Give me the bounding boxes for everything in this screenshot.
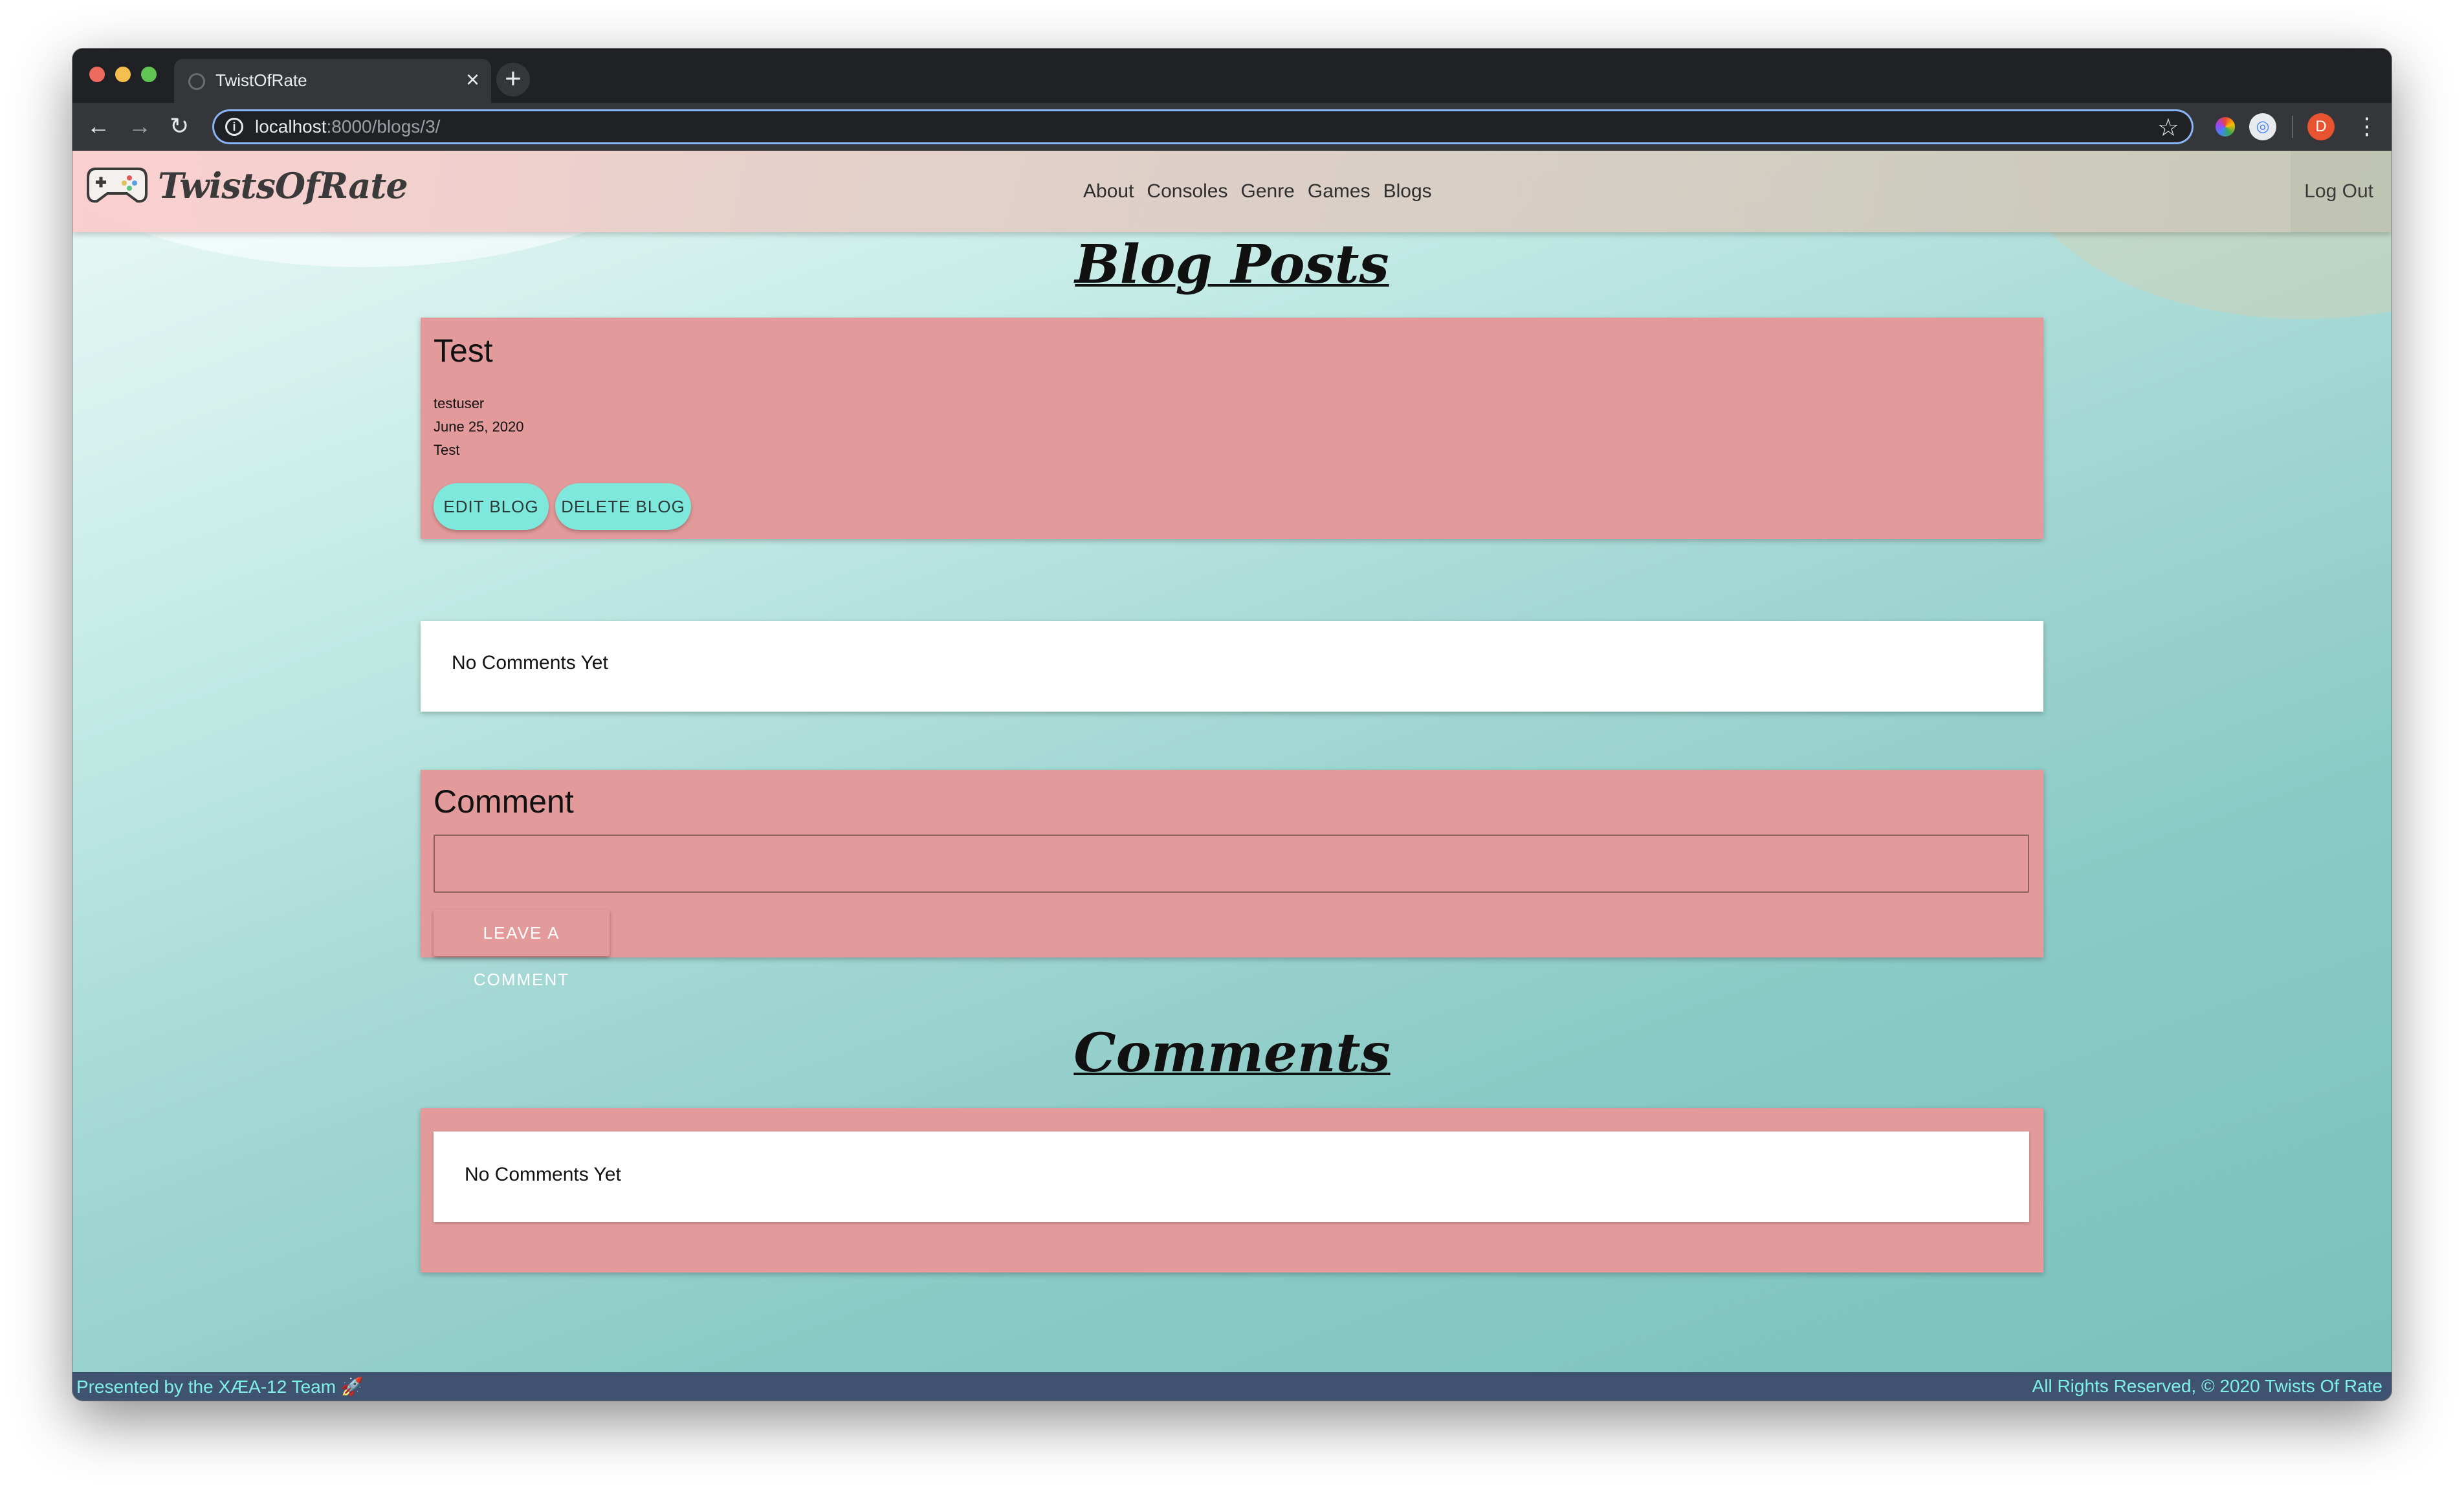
nav-link-games[interactable]: Games [1308, 180, 1370, 202]
blog-author: testuser [434, 395, 485, 411]
globe-icon [188, 73, 205, 90]
page-viewport: TwistsOfRate About Consoles Genre Games Blog… [72, 151, 2392, 1401]
nav-link-genre[interactable]: Genre [1240, 180, 1294, 202]
browser-window: TwistOfRate × + ← → ↻ i localhost:8000/b… [72, 49, 2392, 1401]
blog-title: Test [434, 333, 493, 369]
forward-arrow-icon[interactable]: → [128, 111, 151, 142]
url-host: localhost [255, 116, 327, 137]
extension-icon[interactable]: ◎ [2249, 113, 2276, 140]
blog-post-card: Test testuser June 25, 2020 Test EDIT BL… [421, 318, 2043, 539]
browser-tab[interactable]: TwistOfRate × [174, 59, 491, 103]
toolbar-divider [2292, 116, 2293, 138]
blog-body: Test [434, 442, 460, 458]
delete-blog-button[interactable]: DELETE BLOG [555, 483, 691, 530]
reload-icon[interactable]: ↻ [170, 111, 189, 142]
new-tab-button[interactable]: + [496, 63, 530, 96]
edit-blog-button[interactable]: EDIT BLOG [434, 483, 549, 530]
tab-title: TwistOfRate [215, 71, 307, 90]
comment-item: No Comments Yet [434, 1131, 2029, 1222]
logout-link[interactable]: Log Out [2304, 180, 2373, 202]
url-text[interactable]: localhost:8000/blogs/3/ [255, 116, 440, 137]
minimize-window-button[interactable] [115, 67, 131, 82]
gamepad-logo-icon[interactable] [87, 165, 148, 205]
comment-form-card: Comment LEAVE A COMMENT [421, 770, 2043, 989]
close-tab-icon[interactable]: × [466, 67, 479, 93]
no-comments-text: No Comments Yet [465, 1164, 621, 1185]
page-title: Blog Posts [1075, 234, 1389, 296]
footer-copyright: All Rights Reserved, © 2020 Twists Of Ra… [2032, 1376, 2382, 1396]
profile-avatar[interactable]: D [2307, 113, 2335, 140]
address-bar[interactable]: i localhost:8000/blogs/3/ ☆ [212, 109, 2194, 144]
url-path: :8000/blogs/3/ [326, 116, 441, 137]
nav-link-blogs[interactable]: Blogs [1383, 180, 1432, 202]
site-navbar: TwistsOfRate About Consoles Genre Games Blog… [72, 151, 2392, 232]
color-extension-icon[interactable] [2216, 117, 2235, 137]
browser-menu-icon[interactable]: ⋮ [2355, 111, 2379, 142]
blog-date: June 25, 2020 [434, 419, 524, 435]
nav-link-about[interactable]: About [1083, 180, 1134, 202]
close-window-button[interactable] [89, 67, 105, 82]
browser-toolbar: ← → ↻ i localhost:8000/blogs/3/ ☆ ◎ D ⋮ [72, 103, 2392, 151]
leave-comment-button[interactable]: LEAVE A COMMENT [434, 910, 610, 989]
back-arrow-icon[interactable]: ← [87, 111, 110, 142]
maximize-window-button[interactable] [141, 67, 157, 82]
site-footer: Presented by the XÆA-12 Team 🚀 All Right… [72, 1372, 2392, 1401]
comments-list-card: No Comments Yet [421, 1108, 2043, 1273]
no-comments-text: No Comments Yet [452, 652, 608, 673]
nav-link-consoles[interactable]: Consoles [1147, 180, 1227, 202]
comment-textarea[interactable] [434, 835, 2029, 893]
footer-credits: Presented by the XÆA-12 Team 🚀 [76, 1377, 364, 1397]
bookmark-star-icon[interactable]: ☆ [2157, 113, 2179, 142]
comments-section-title: Comments [1073, 1022, 1391, 1084]
logout-area: Log Out [2291, 151, 2392, 232]
comment-label: Comment [434, 783, 574, 820]
site-nav-links: About Consoles Genre Games Blogs [1083, 180, 1445, 202]
tab-bar: TwistOfRate × + [72, 49, 2392, 103]
site-brand[interactable]: TwistsOfRate [158, 165, 408, 206]
info-icon[interactable]: i [225, 118, 243, 136]
comments-preview-card: No Comments Yet [421, 621, 2043, 712]
